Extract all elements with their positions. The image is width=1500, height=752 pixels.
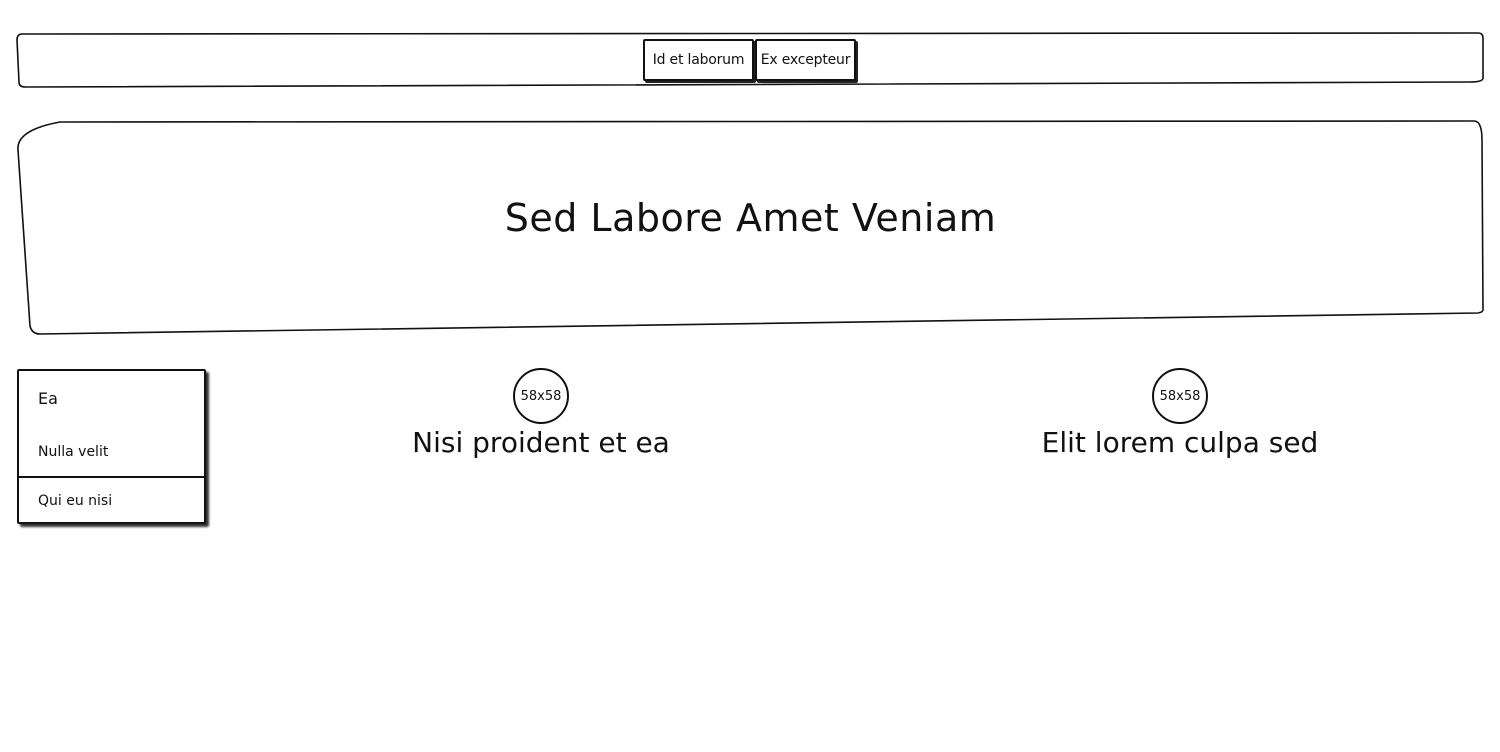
sketch-outlines xyxy=(16,32,1484,335)
menu-item-ea[interactable]: Ea xyxy=(38,389,58,408)
image-size-label: 58x58 xyxy=(1159,388,1201,404)
nav-button-id-et-laborum[interactable]: Id et laborum xyxy=(643,39,754,81)
nav-button-ex-excepteur[interactable]: Ex excepteur xyxy=(755,39,856,81)
nav-button-label: Id et laborum xyxy=(652,52,745,68)
feature-title: Nisi proident et ea xyxy=(412,426,670,459)
feature-image-placeholder: 58x58 xyxy=(513,368,569,424)
nav-button-label: Ex excepteur xyxy=(760,52,851,68)
image-size-label: 58x58 xyxy=(520,388,562,404)
menu-divider xyxy=(19,476,204,478)
side-menu: Ea Nulla velit Qui eu nisi xyxy=(17,369,206,524)
hero-title: Sed Labore Amet Veniam xyxy=(504,196,997,240)
menu-item-nulla-velit[interactable]: Nulla velit xyxy=(38,444,108,460)
menu-item-qui-eu-nisi[interactable]: Qui eu nisi xyxy=(38,493,112,509)
feature-title: Elit lorem culpa sed xyxy=(1041,426,1319,459)
feature-image-placeholder: 58x58 xyxy=(1152,368,1208,424)
